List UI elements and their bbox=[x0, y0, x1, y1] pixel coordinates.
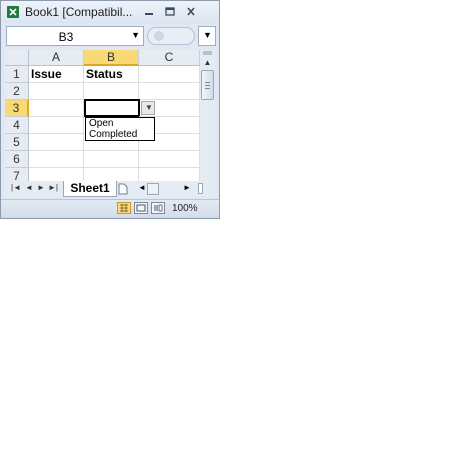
formula-bar-collapsed[interactable] bbox=[147, 27, 195, 45]
name-box-value: B3 bbox=[58, 30, 74, 44]
column-header-b[interactable]: B bbox=[84, 50, 139, 66]
prev-sheet-icon[interactable]: ◄ bbox=[25, 183, 33, 192]
cell-a6[interactable] bbox=[29, 151, 84, 168]
column-header-c[interactable]: C bbox=[139, 50, 200, 66]
cell-b1[interactable]: Status bbox=[84, 66, 139, 83]
cell-c2[interactable] bbox=[139, 83, 200, 100]
insert-sheet-icon[interactable] bbox=[118, 183, 128, 195]
cell-a3[interactable] bbox=[29, 100, 84, 117]
cell-a5[interactable] bbox=[29, 134, 84, 151]
status-bar: 100% bbox=[1, 199, 219, 218]
select-all-corner[interactable] bbox=[5, 50, 29, 66]
grip-line bbox=[205, 85, 210, 86]
window-title: Book1 [Compatibil... bbox=[25, 5, 133, 19]
scroll-right-icon[interactable]: ► bbox=[183, 183, 191, 192]
dropdown-option-open[interactable]: Open bbox=[86, 118, 154, 129]
cell-a7[interactable] bbox=[29, 168, 84, 181]
normal-view-icon[interactable] bbox=[117, 202, 131, 214]
cell-b6[interactable] bbox=[84, 151, 139, 168]
cell-a2[interactable] bbox=[29, 83, 84, 100]
tab-sheet1[interactable]: Sheet1 bbox=[63, 181, 117, 197]
validation-dropdown-list: Open Completed bbox=[85, 117, 155, 141]
row-header-4[interactable]: 4 bbox=[5, 117, 29, 134]
title-bar: Book1 [Compatibil... bbox=[1, 1, 219, 23]
excel-icon[interactable] bbox=[7, 6, 19, 18]
horizontal-split-handle[interactable] bbox=[198, 183, 203, 194]
formula-bar-handle-icon bbox=[154, 31, 164, 41]
cell-a4[interactable] bbox=[29, 117, 84, 134]
chevron-down-icon[interactable]: ▼ bbox=[131, 30, 140, 40]
cell-a1[interactable]: Issue bbox=[29, 66, 84, 83]
vertical-scroll-thumb[interactable] bbox=[201, 70, 214, 100]
maximize-button[interactable] bbox=[162, 6, 178, 18]
grip-line bbox=[205, 88, 210, 89]
page-layout-view-icon[interactable] bbox=[134, 202, 148, 214]
minimize-button[interactable] bbox=[141, 6, 157, 18]
cell-c6[interactable] bbox=[139, 151, 200, 168]
zoom-level[interactable]: 100% bbox=[172, 203, 198, 214]
grip-line bbox=[205, 82, 210, 83]
row-header-5[interactable]: 5 bbox=[5, 134, 29, 151]
row-header-7[interactable]: 7 bbox=[5, 168, 29, 181]
chevron-down-icon: ▼ bbox=[145, 103, 153, 112]
scroll-up-icon[interactable]: ▲ bbox=[200, 57, 215, 69]
worksheet-grid[interactable]: A B C 1 2 3 4 5 6 7 Issue Status ▼ Open … bbox=[5, 50, 200, 181]
cell-c7[interactable] bbox=[139, 168, 200, 181]
row-header-2[interactable]: 2 bbox=[5, 83, 29, 100]
horizontal-scroll-thumb[interactable] bbox=[147, 183, 159, 195]
cell-b3-active[interactable] bbox=[84, 99, 140, 117]
first-sheet-icon[interactable]: |◄ bbox=[11, 183, 21, 192]
formula-bar-row: B3 ▼ ▼ bbox=[4, 26, 216, 48]
validation-dropdown-button[interactable]: ▼ bbox=[141, 101, 155, 115]
chevron-down-icon: ▼ bbox=[203, 30, 212, 40]
cell-b2[interactable] bbox=[84, 83, 139, 100]
scroll-left-icon[interactable]: ◄ bbox=[138, 183, 146, 192]
vertical-scrollbar[interactable]: ▲ bbox=[200, 50, 215, 181]
name-box[interactable]: B3 ▼ bbox=[6, 26, 144, 46]
column-header-a[interactable]: A bbox=[29, 50, 84, 66]
row-header-1[interactable]: 1 bbox=[5, 66, 29, 83]
page-break-view-icon[interactable] bbox=[151, 202, 165, 214]
row-header-3[interactable]: 3 bbox=[5, 100, 29, 117]
cell-b7[interactable] bbox=[84, 168, 139, 181]
cell-c1[interactable] bbox=[139, 66, 200, 83]
sheet-tab-bar: |◄ ◄ ► ►| Sheet1 ◄ ► bbox=[5, 181, 215, 197]
excel-window: Book1 [Compatibil... B3 ▼ ▼ A B C 1 2 3 bbox=[0, 0, 220, 219]
expand-formula-bar-button[interactable]: ▼ bbox=[198, 26, 216, 46]
last-sheet-icon[interactable]: ►| bbox=[48, 183, 58, 192]
close-button[interactable] bbox=[183, 6, 199, 18]
row-header-6[interactable]: 6 bbox=[5, 151, 29, 168]
next-sheet-icon[interactable]: ► bbox=[37, 183, 45, 192]
split-handle[interactable] bbox=[203, 51, 212, 55]
dropdown-option-completed[interactable]: Completed bbox=[86, 129, 154, 140]
